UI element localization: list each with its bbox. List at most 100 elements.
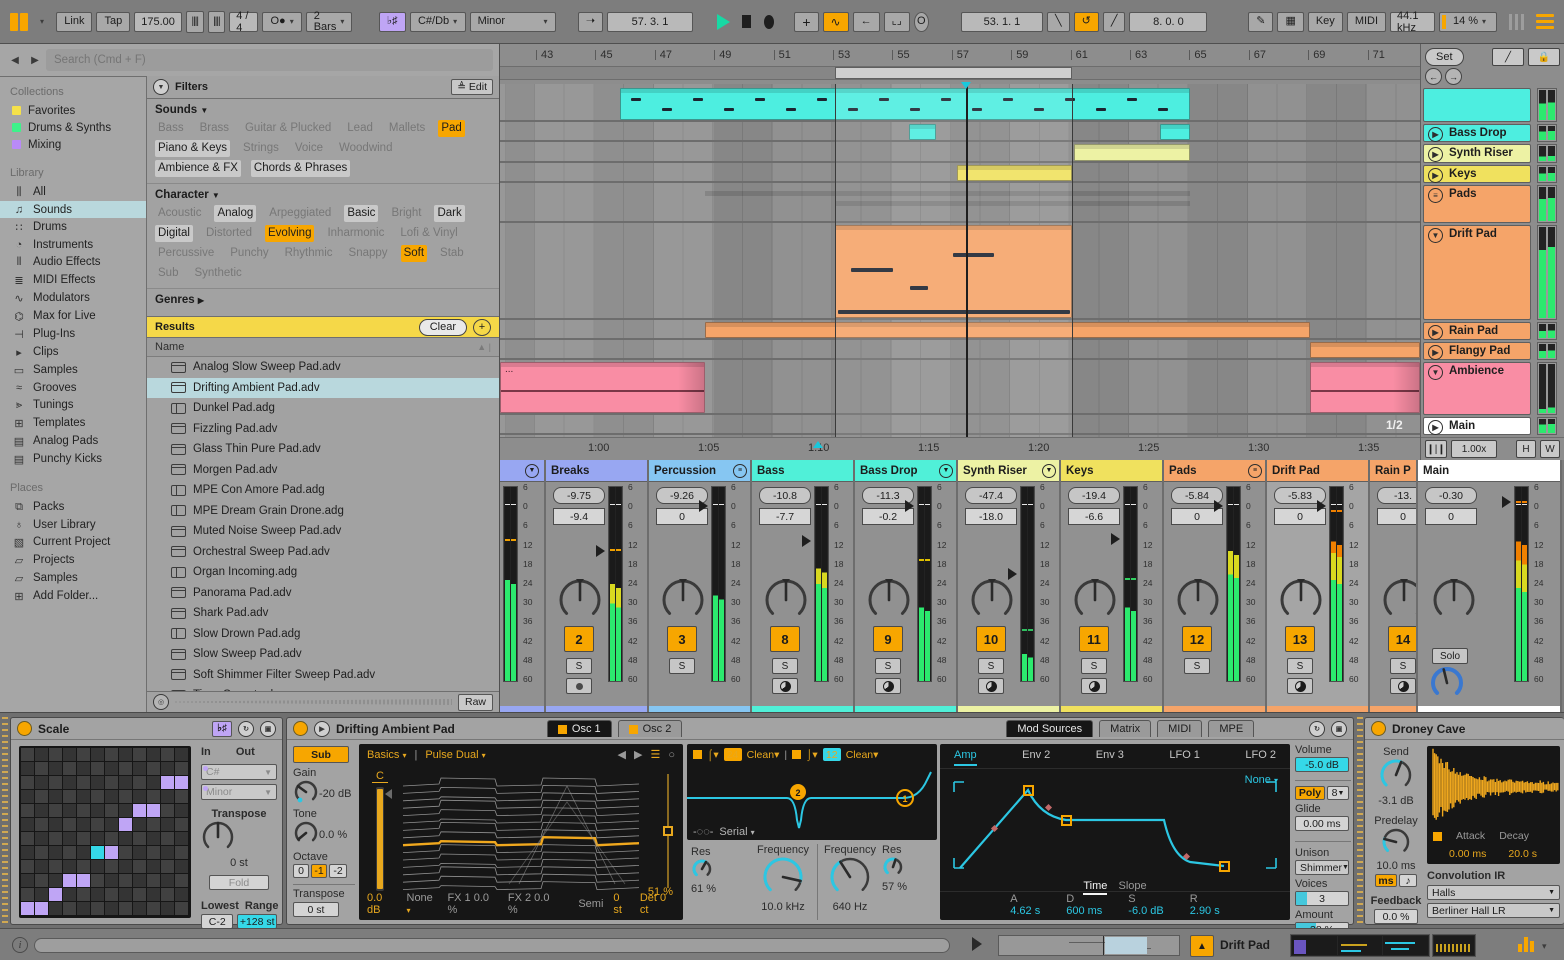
preview-waveform[interactable] <box>175 699 452 705</box>
sounds-tag-piano-keys[interactable]: Piano & Keys <box>155 140 231 157</box>
scale-grid-cell[interactable] <box>63 762 76 775</box>
scale-grid-cell[interactable] <box>35 818 48 831</box>
transpose-knob[interactable] <box>201 820 235 857</box>
arm-record-button[interactable] <box>1390 678 1416 694</box>
volume-value[interactable]: -5.0 dB <box>1295 757 1349 772</box>
scale-grid-cell[interactable] <box>35 776 48 789</box>
scale-grid-cell[interactable] <box>175 748 188 761</box>
ableton-logo-icon[interactable] <box>10 12 28 31</box>
tab-matrix[interactable]: Matrix <box>1099 720 1152 737</box>
scale-grid-cell[interactable] <box>133 818 146 831</box>
scale-grid-cell[interactable] <box>175 832 188 845</box>
fader-handle[interactable] <box>596 544 605 557</box>
loop-start-field[interactable]: 53. 1. 1 <box>960 11 1043 32</box>
peak-level-field[interactable]: -10.8 <box>759 487 811 504</box>
scale-grid-cell[interactable] <box>91 902 104 915</box>
cue-volume-knob[interactable] <box>1430 666 1464 703</box>
solo-button[interactable]: S <box>772 658 798 674</box>
solo-button[interactable]: S <box>566 658 592 674</box>
result-item[interactable]: Panorama Pad.adv <box>147 583 499 604</box>
back-arrow-icon[interactable]: ◀ <box>6 50 24 70</box>
track-activator-button[interactable]: 2 <box>564 626 594 652</box>
arrangement-overview[interactable] <box>998 935 1180 956</box>
strip-header[interactable]: ms▼ <box>500 460 544 482</box>
scale-grid-cell[interactable] <box>119 832 132 845</box>
scale-grid-cell[interactable] <box>133 846 146 859</box>
mixer-strip-main[interactable]: Main -0.30 0 6 0 6 12 18 24 30 36 42 48 60 Solo <box>1418 460 1562 712</box>
track-header-main[interactable]: ▶ Main <box>1423 417 1531 435</box>
fader-handle[interactable] <box>1111 532 1120 545</box>
scale-grid-cell[interactable] <box>21 818 34 831</box>
fx2-value[interactable]: FX 2 0.0 % <box>508 892 558 916</box>
sounds-tag-mallets[interactable]: Mallets <box>386 120 428 137</box>
scale-grid-cell[interactable] <box>105 874 118 887</box>
circle-view-icon[interactable]: ○ <box>668 749 675 761</box>
strip-header[interactable]: Rain P <box>1370 460 1416 482</box>
osc-pitch-label[interactable]: C <box>372 770 388 783</box>
track-activator-button[interactable]: 13 <box>1285 626 1315 652</box>
solo-button[interactable]: S <box>875 658 901 674</box>
scale-grid-cell[interactable] <box>63 804 76 817</box>
track-play-icon[interactable]: ▶ <box>1428 345 1443 360</box>
time-ruler[interactable]: 1:00 1:05 1:10 1:15 1:20 1:25 1:30 1:35 <box>500 437 1420 460</box>
character-tag-stab[interactable]: Stab <box>437 245 467 262</box>
scale-grid-cell[interactable] <box>63 860 76 873</box>
sidebar-item-favorites[interactable]: Favorites <box>0 102 146 119</box>
scale-root-menu[interactable]: C# ▼ <box>201 764 277 780</box>
fx1-value[interactable]: FX 1 0.0 % <box>447 892 497 916</box>
scale-grid[interactable] <box>19 746 191 918</box>
scale-grid-cell[interactable] <box>119 818 132 831</box>
sidebar-item-midi-effects[interactable]: ≣ MIDI Effects <box>0 271 146 289</box>
search-input[interactable] <box>46 49 493 71</box>
device-drag-rail[interactable] <box>1357 717 1363 925</box>
scale-menu[interactable]: Minor ▾ <box>469 11 556 32</box>
env-subtab-lfo-1[interactable]: LFO 1 <box>1169 746 1200 766</box>
scale-grid-cell[interactable] <box>35 790 48 803</box>
filter2-on-toggle[interactable] <box>792 750 802 759</box>
arm-record-button[interactable] <box>978 678 1004 694</box>
scale-grid-cell[interactable] <box>147 762 160 775</box>
prev-page-button[interactable]: ← <box>1425 68 1442 85</box>
character-tag-punchy[interactable]: Punchy <box>227 245 271 262</box>
scale-grid-cell[interactable] <box>119 776 132 789</box>
reverb-device-on-toggle[interactable] <box>1371 721 1386 736</box>
octave-minus1-button[interactable]: -1 <box>311 864 327 878</box>
loop-brace-rail[interactable] <box>500 66 1420 80</box>
predelay-knob[interactable] <box>1381 827 1411 860</box>
scale-grid-cell[interactable] <box>105 748 118 761</box>
pan-knob[interactable] <box>1073 578 1117 625</box>
scale-grid-cell[interactable] <box>21 846 34 859</box>
scale-grid-cell[interactable] <box>77 860 90 873</box>
scale-grid-cell[interactable] <box>21 762 34 775</box>
result-item[interactable]: MPE Con Amore Pad.adg <box>147 480 499 501</box>
scale-grid-cell[interactable] <box>35 804 48 817</box>
scale-grid-cell[interactable] <box>105 790 118 803</box>
time-signature-field[interactable]: 4 / 4 <box>229 10 259 34</box>
scale-grid-cell[interactable] <box>133 874 146 887</box>
track-activator-button[interactable]: 14 <box>1388 626 1416 652</box>
prev-wavetable-icon[interactable]: ◀ <box>618 748 626 761</box>
loop-button[interactable]: ↺ <box>1073 11 1099 32</box>
character-tag-dark[interactable]: Dark <box>434 205 465 222</box>
clip-keys[interactable] <box>957 165 1072 181</box>
scale-grid-cell[interactable] <box>119 846 132 859</box>
tempo-field[interactable]: 175.00 <box>134 11 182 32</box>
preview-headphones-icon[interactable]: ◎ <box>153 694 169 710</box>
track-header-flangy-pad[interactable]: ▶ Flangy Pad <box>1423 342 1531 360</box>
character-tag-synthetic[interactable]: Synthetic <box>191 265 244 282</box>
mixer-strip-pads[interactable]: Pads ≡ -5.84 0 6 0 6 12 18 24 30 36 42 48 60 12 S <box>1164 460 1267 712</box>
character-tag-distorted[interactable]: Distorted <box>203 225 255 242</box>
scrub-mode-button[interactable]: ╱ <box>1492 48 1524 66</box>
result-item[interactable]: MPE Dream Grain Drone.adg <box>147 501 499 522</box>
scale-grid-cell[interactable] <box>119 874 132 887</box>
sidebar-item-samples[interactable]: ▭ Samples <box>0 361 146 379</box>
clip-synth-riser[interactable] <box>1074 144 1190 161</box>
filter1-res-knob[interactable] <box>691 858 713 883</box>
solo-button[interactable]: S <box>669 658 695 674</box>
scale-grid-cell[interactable] <box>133 832 146 845</box>
scale-grid-cell[interactable] <box>133 748 146 761</box>
scale-grid-cell[interactable] <box>91 776 104 789</box>
chevron-down-icon[interactable]: ▼ <box>1042 463 1056 478</box>
scale-grid-cell[interactable] <box>35 860 48 873</box>
arrangement-track-lane-bass-drop[interactable] <box>500 124 1420 142</box>
